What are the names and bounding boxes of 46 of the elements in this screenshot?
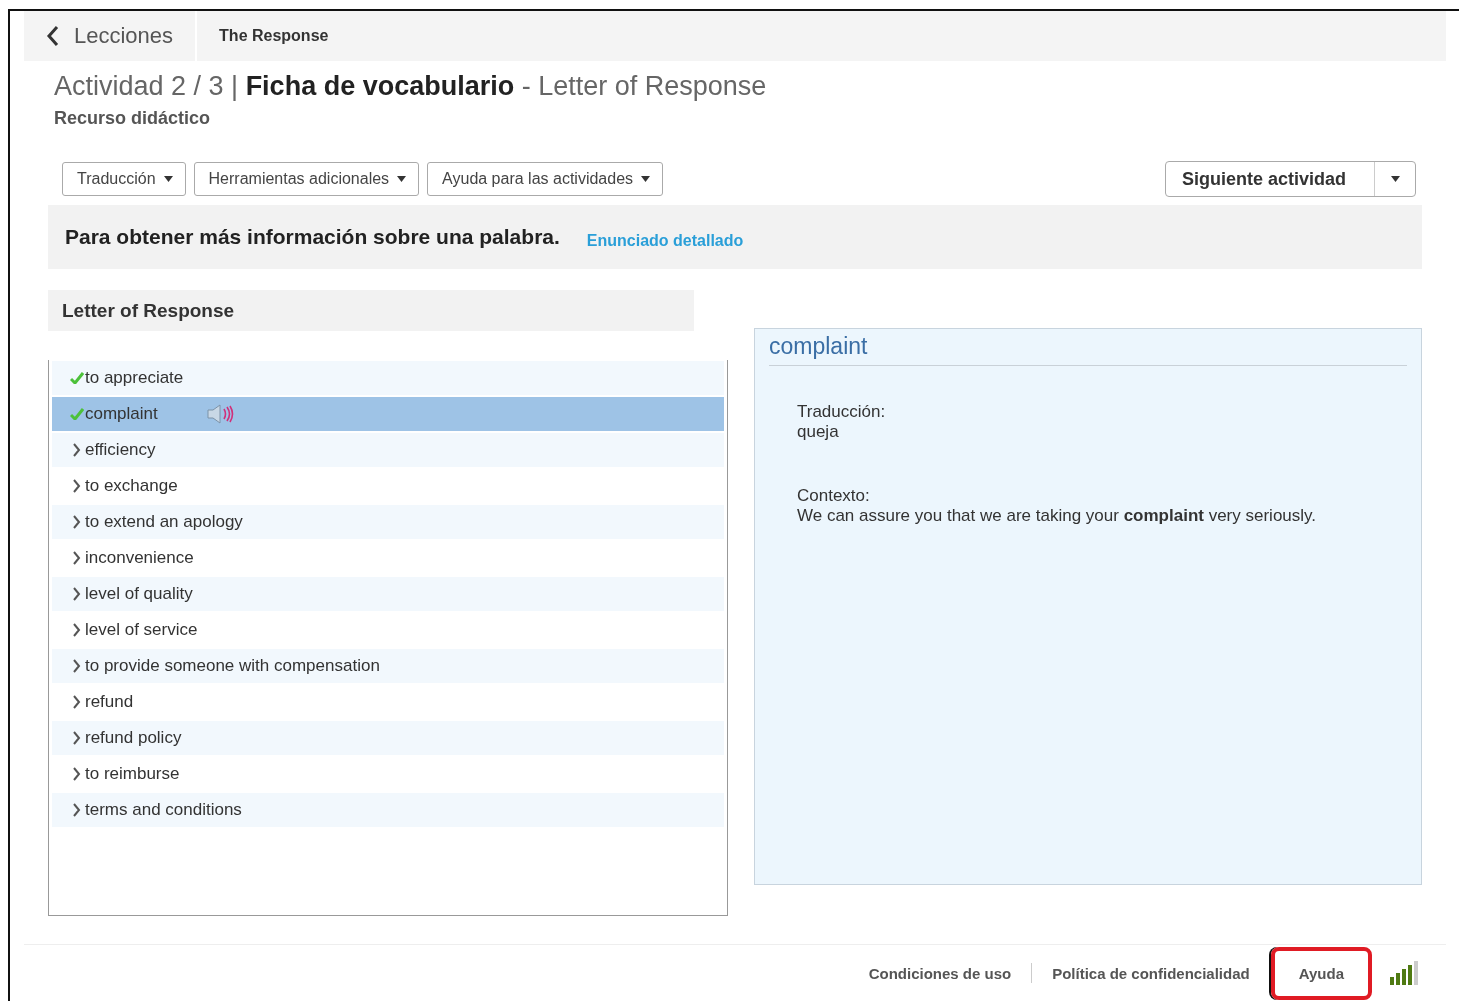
- translation-text: queja: [797, 422, 840, 442]
- footer-link[interactable]: Condiciones de uso: [848, 964, 1032, 982]
- dropdown-button[interactable]: Herramientas adicionales: [193, 162, 420, 196]
- word-label: terms and conditions: [85, 800, 242, 820]
- word-item[interactable]: refund policy: [52, 721, 724, 755]
- translation-label: Traducción:: [797, 402, 887, 422]
- signal-icon: [1390, 961, 1420, 985]
- caret-icon: [641, 176, 651, 182]
- word-heading: complaint: [769, 329, 1407, 366]
- word-item[interactable]: level of quality: [52, 577, 724, 611]
- word-label: to appreciate: [85, 368, 184, 388]
- context-label: Contexto:: [797, 486, 871, 506]
- word-label: complaint: [85, 404, 158, 424]
- word-label: level of service: [85, 620, 198, 640]
- word-label: refund policy: [85, 728, 182, 748]
- word-item[interactable]: to appreciate: [52, 361, 724, 395]
- lesson-title: The Response: [218, 26, 329, 46]
- word-item[interactable]: efficiency: [52, 433, 724, 467]
- dropdown-button[interactable]: Traducción: [62, 162, 186, 196]
- back-button[interactable]: Lecciones: [24, 11, 198, 61]
- caret-icon: [163, 176, 173, 182]
- word-item[interactable]: to extend an apology: [52, 505, 724, 539]
- caret-icon: [397, 176, 407, 182]
- context-sentence: We can assure you that we are taking your complaint very seriously.: [797, 506, 1318, 526]
- footer-link[interactable]: Política de confidencialidad: [1032, 964, 1270, 982]
- word-item[interactable]: to provide someone with compensation: [52, 649, 724, 683]
- word-item[interactable]: complaint: [52, 397, 724, 431]
- word-label: efficiency: [85, 440, 156, 460]
- caret-icon: [1390, 176, 1400, 182]
- page-title: Actividad 2 / 3 | Ficha de vocabulario - Letter of Response: [54, 71, 768, 102]
- footer-link[interactable]: Ayuda: [1270, 946, 1372, 1000]
- word-label: to provide someone with compensation: [85, 656, 380, 676]
- next-activity-button[interactable]: Siguiente actividad: [1165, 162, 1375, 196]
- chevron-left-icon: [46, 25, 60, 47]
- instructions-text: Para obtener más información sobre una palabra.: [65, 225, 560, 249]
- word-label: to reimburse: [85, 764, 180, 784]
- dropdown-button[interactable]: Ayuda para las actividades: [427, 162, 664, 196]
- word-list-title: Letter of Response: [48, 290, 694, 331]
- word-label: level of quality: [85, 584, 193, 604]
- word-label: inconvenience: [85, 548, 194, 568]
- word-label: to extend an apology: [85, 512, 243, 532]
- word-label: refund: [85, 692, 134, 712]
- word-item[interactable]: terms and conditions: [52, 793, 724, 827]
- speaker-icon[interactable]: [205, 404, 234, 424]
- resource-label: Recurso didáctico: [54, 108, 212, 129]
- word-label: to exchange: [85, 476, 178, 496]
